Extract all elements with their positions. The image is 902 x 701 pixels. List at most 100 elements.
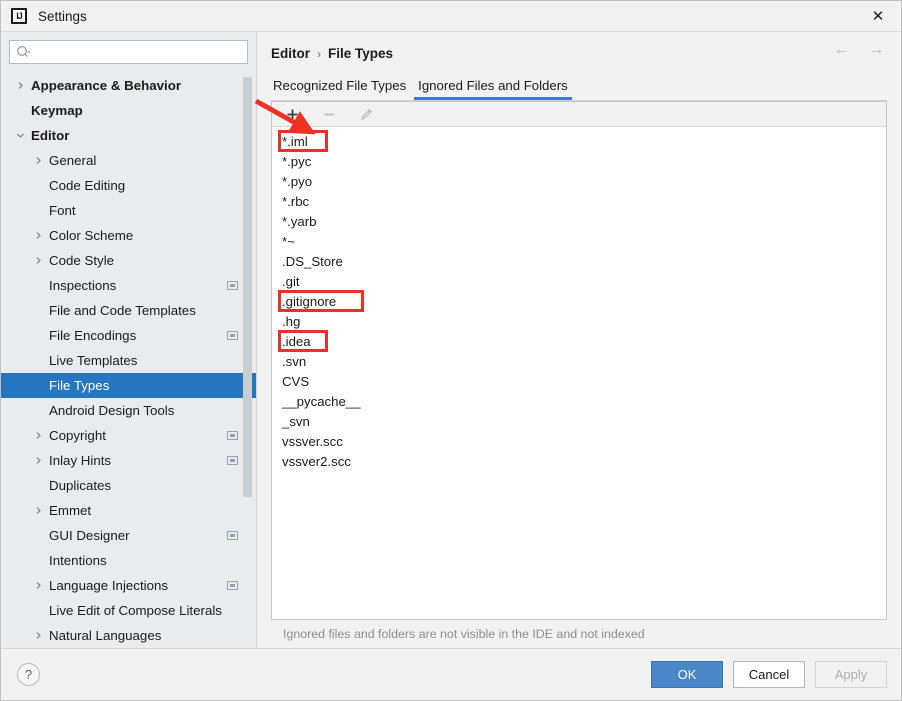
dialog-body: Appearance & Behavior Keymap Editor General… <box>1 32 901 648</box>
tab-ignored-files-and-folders[interactable]: Ignored Files and Folders <box>412 78 574 100</box>
list-item[interactable]: .svn <box>272 351 886 371</box>
sidebar-scrollbar[interactable] <box>243 71 252 648</box>
window-title: Settings <box>38 8 87 24</box>
add-button[interactable] <box>284 106 301 123</box>
hint-text: Ignored files and folders are not visibl… <box>283 627 645 641</box>
sidebar-item-android-design-tools[interactable]: Android Design Tools <box>1 398 256 423</box>
chevron-down-icon[interactable] <box>15 130 26 141</box>
chevron-right-icon[interactable] <box>33 505 44 516</box>
sidebar-item-label: Color Scheme <box>49 228 134 243</box>
search-input[interactable] <box>34 42 241 62</box>
title-bar: IJ Settings ✕ <box>1 1 901 32</box>
list-item[interactable]: .gitignore <box>272 290 886 312</box>
sidebar-item-label: Editor <box>31 128 70 143</box>
settings-sidebar: Appearance & Behavior Keymap Editor General… <box>1 32 257 648</box>
list-item[interactable]: __pycache__ <box>272 391 886 411</box>
list-item[interactable]: *.iml <box>272 130 886 152</box>
sidebar-item-label: Inlay Hints <box>49 453 112 468</box>
chevron-right-icon[interactable] <box>33 455 44 466</box>
list-item[interactable]: .idea <box>272 330 886 352</box>
sidebar-item-emmet[interactable]: Emmet <box>1 498 256 523</box>
back-arrow-icon[interactable]: ← <box>833 41 850 58</box>
sidebar-item-file-types[interactable]: File Types <box>1 373 256 398</box>
close-icon[interactable]: ✕ <box>855 1 901 31</box>
chevron-right-icon[interactable] <box>33 430 44 441</box>
sidebar-item-color-scheme[interactable]: Color Scheme <box>1 223 256 248</box>
list-item[interactable]: .hg <box>272 311 886 331</box>
page-title: File Types <box>328 46 394 61</box>
sidebar-item-keymap[interactable]: Keymap <box>1 98 256 123</box>
project-scope-badge-icon <box>227 456 238 465</box>
settings-dialog: IJ Settings ✕ Appearance & Behavior Keym… <box>0 0 902 701</box>
list-item[interactable]: *.pyc <box>272 151 886 171</box>
chevron-right-icon[interactable] <box>15 80 26 91</box>
list-item[interactable]: vssver2.scc <box>272 451 886 471</box>
tab-label: Ignored Files and Folders <box>418 78 568 93</box>
sidebar-item-live-templates[interactable]: Live Templates <box>1 348 256 373</box>
sidebar-item-label: Natural Languages <box>49 628 162 643</box>
project-scope-badge-icon <box>227 431 238 440</box>
sidebar-item-language-injections[interactable]: Language Injections <box>1 573 256 598</box>
chevron-right-icon[interactable] <box>33 580 44 591</box>
sidebar-item-code-style[interactable]: Code Style <box>1 248 256 273</box>
sidebar-item-copyright[interactable]: Copyright <box>1 423 256 448</box>
remove-button[interactable] <box>321 106 338 123</box>
chevron-right-icon[interactable] <box>33 255 44 266</box>
project-scope-badge-icon <box>227 531 238 540</box>
chevron-right-icon[interactable] <box>33 630 44 641</box>
sidebar-item-file-and-code-templates[interactable]: File and Code Templates <box>1 298 256 323</box>
sidebar-item-gui-designer[interactable]: GUI Designer <box>1 523 256 548</box>
sidebar-item-label: File and Code Templates <box>49 303 196 318</box>
sidebar-item-inspections[interactable]: Inspections <box>1 273 256 298</box>
tab-recognized-file-types[interactable]: Recognized File Types <box>271 78 412 100</box>
ok-button[interactable]: OK <box>651 661 723 688</box>
list-item-label: vssver.scc <box>282 433 343 449</box>
list-item-label: *.iml <box>282 133 308 149</box>
list-item[interactable]: CVS <box>272 371 886 391</box>
list-item[interactable]: *~ <box>272 231 886 251</box>
chevron-right-icon[interactable] <box>33 230 44 241</box>
sidebar-item-file-encodings[interactable]: File Encodings <box>1 323 256 348</box>
apply-button[interactable]: Apply <box>815 661 887 688</box>
sidebar-item-font[interactable]: Font <box>1 198 256 223</box>
sidebar-item-label: Live Templates <box>49 353 138 368</box>
list-item-label: *~ <box>282 233 295 249</box>
list-item-label: CVS <box>282 373 310 389</box>
list-item[interactable]: *.pyo <box>272 171 886 191</box>
list-item[interactable]: *.yarb <box>272 211 886 231</box>
sidebar-item-label: Inspections <box>49 278 117 293</box>
footer-buttons: OK Cancel Apply <box>651 661 887 688</box>
ignored-list-panel: *.iml *.pyc *.pyo *.rbc *.yarb *~ .DS_Store .gi… <box>271 101 887 620</box>
sidebar-item-code-editing[interactable]: Code Editing <box>1 173 256 198</box>
sidebar-item-label: Appearance & Behavior <box>31 78 182 93</box>
list-item-label: _svn <box>282 413 310 429</box>
edit-pencil-button[interactable] <box>358 106 375 123</box>
sidebar-item-inlay-hints[interactable]: Inlay Hints <box>1 448 256 473</box>
list-item[interactable]: _svn <box>272 411 886 431</box>
ignored-list[interactable]: *.iml *.pyc *.pyo *.rbc *.yarb *~ .DS_Store .gi… <box>272 127 886 619</box>
list-item[interactable]: .git <box>272 271 886 291</box>
breadcrumb-parent[interactable]: Editor <box>271 46 310 61</box>
chevron-right-icon[interactable] <box>33 155 44 166</box>
sidebar-item-label: Copyright <box>49 428 106 443</box>
help-button[interactable]: ? <box>17 663 40 686</box>
sidebar-item-live-edit-of-compose-literals[interactable]: Live Edit of Compose Literals <box>1 598 256 623</box>
cancel-button[interactable]: Cancel <box>733 661 805 688</box>
sidebar-item-editor[interactable]: Editor <box>1 123 256 148</box>
list-toolbar <box>272 102 886 127</box>
sidebar-item-label: Intentions <box>49 553 107 568</box>
sidebar-item-general[interactable]: General <box>1 148 256 173</box>
list-item[interactable]: vssver.scc <box>272 431 886 451</box>
settings-tree: Appearance & Behavior Keymap Editor General… <box>1 71 256 648</box>
sidebar-item-appearance-behavior[interactable]: Appearance & Behavior <box>1 73 256 98</box>
list-item[interactable]: *.rbc <box>272 191 886 211</box>
sidebar-item-duplicates[interactable]: Duplicates <box>1 473 256 498</box>
list-item[interactable]: .DS_Store <box>272 251 886 271</box>
sidebar-scrollbar-thumb[interactable] <box>243 77 252 497</box>
search-box[interactable] <box>9 40 248 64</box>
sidebar-item-label: Duplicates <box>49 478 112 493</box>
intellij-logo-icon: IJ <box>11 8 27 24</box>
sidebar-item-natural-languages[interactable]: Natural Languages <box>1 623 256 648</box>
sidebar-item-intentions[interactable]: Intentions <box>1 548 256 573</box>
forward-arrow-icon[interactable]: → <box>868 41 885 58</box>
